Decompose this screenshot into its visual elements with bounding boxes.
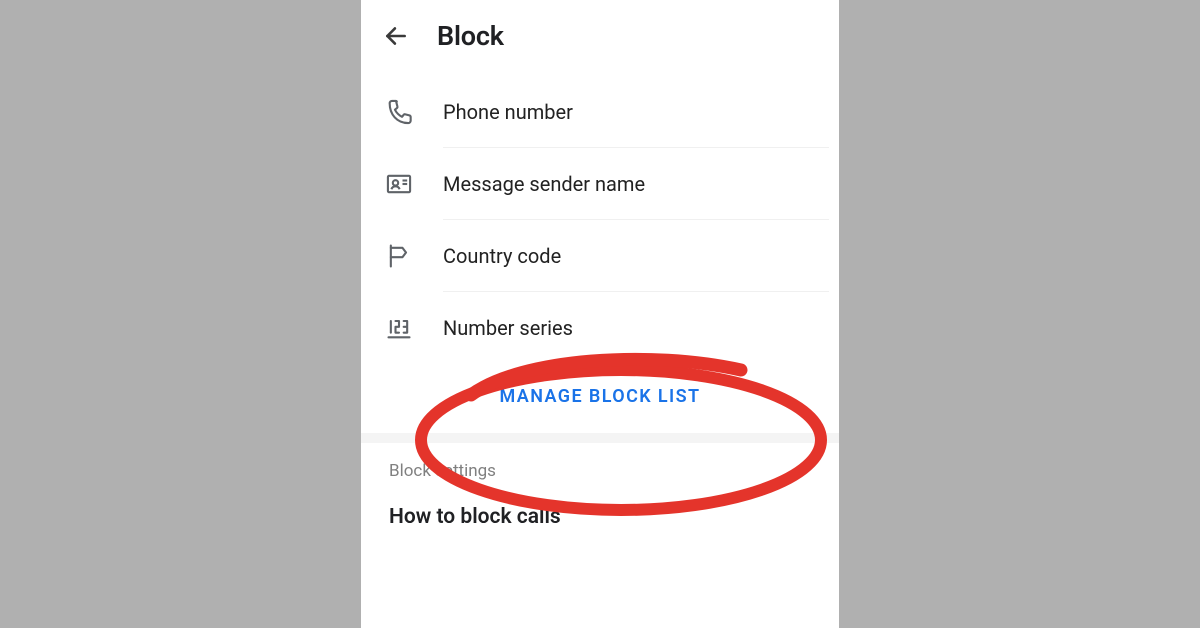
option-label: Number series [443, 316, 815, 340]
option-label: Country code [443, 244, 815, 268]
manage-block-list-button[interactable]: MANAGE BLOCK LIST [500, 386, 701, 407]
setting-title: How to block calls [389, 505, 811, 529]
section-gap [361, 433, 839, 443]
block-settings-card: Block settings How to block calls [371, 443, 829, 547]
option-label: Phone number [443, 100, 815, 124]
header-bar: Block [361, 0, 839, 70]
manage-block-list-row: MANAGE BLOCK LIST [371, 364, 829, 433]
number-series-icon [385, 314, 413, 342]
page-title: Block [437, 20, 504, 52]
phone-screen: Block Phone number Message [361, 0, 839, 628]
phone-icon [385, 98, 413, 126]
back-arrow-icon[interactable] [383, 23, 409, 49]
option-label: Message sender name [443, 172, 815, 196]
option-message-sender-name[interactable]: Message sender name [371, 148, 829, 220]
setting-how-to-block-calls[interactable]: How to block calls [371, 487, 829, 547]
option-country-code[interactable]: Country code [371, 220, 829, 292]
block-options-card: Phone number Message sender name [371, 76, 829, 433]
flag-icon [385, 242, 413, 270]
option-number-series[interactable]: Number series [371, 292, 829, 364]
contact-card-icon [385, 170, 413, 198]
option-phone-number[interactable]: Phone number [371, 76, 829, 148]
block-settings-header: Block settings [371, 443, 829, 487]
